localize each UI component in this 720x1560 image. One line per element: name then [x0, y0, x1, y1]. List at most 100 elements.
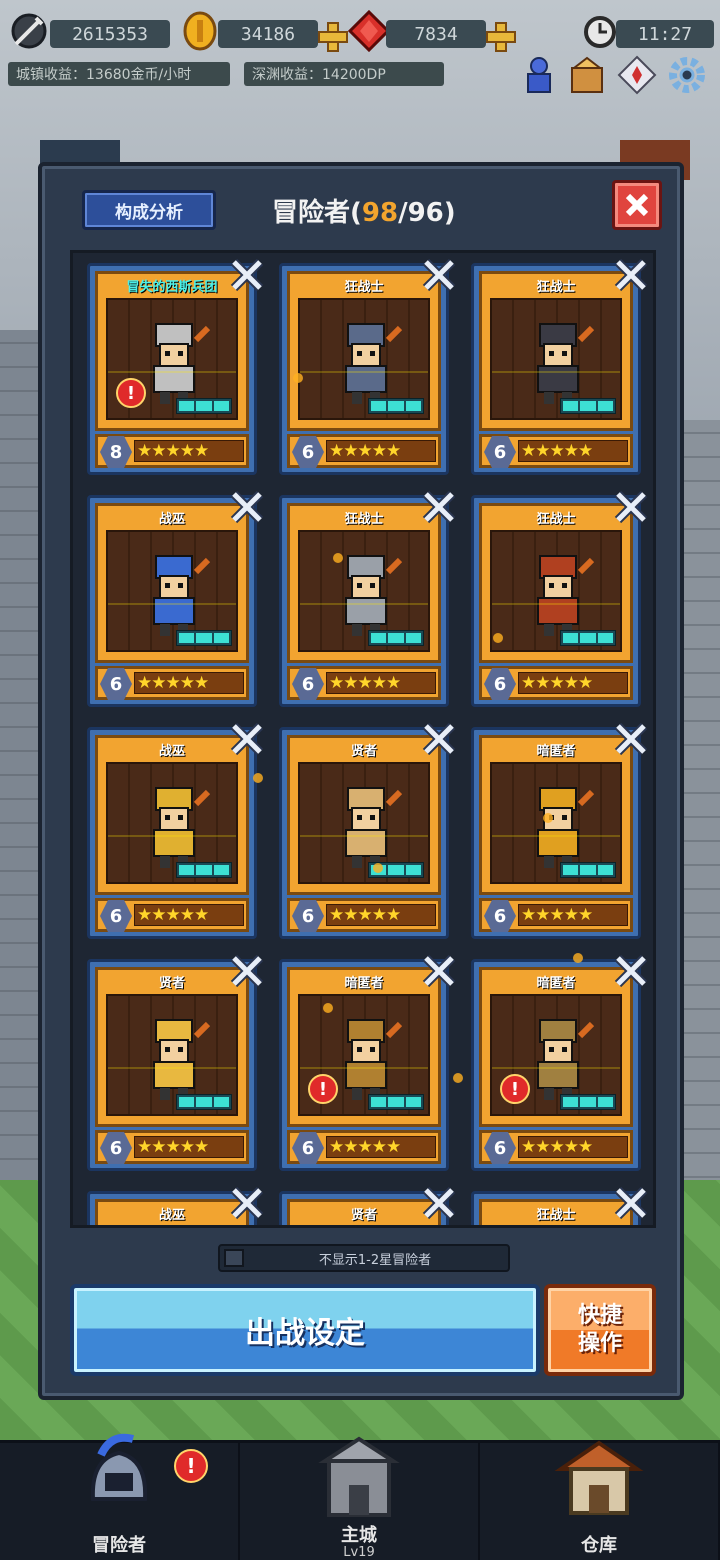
adventurer-level: 6: [292, 436, 324, 468]
adventurer-level: 6: [484, 668, 516, 700]
crossed-swords-icon[interactable]: [614, 722, 648, 756]
card-rank-bar: 6 ★★★★★: [287, 666, 441, 700]
adventurer-card[interactable]: 贤者 6 ★★★★★: [279, 722, 456, 939]
city-level: Lv19: [343, 1545, 375, 1560]
adventurer-class-name: 战巫: [158, 512, 185, 527]
adventurer-card[interactable]: 狂战士 6 ★★★★★: [279, 258, 456, 475]
sparkle-effect: [333, 553, 343, 563]
crossed-swords-icon[interactable]: [422, 954, 456, 988]
adventurer-card[interactable]: 战巫 6 ★★★★★: [87, 722, 264, 939]
hero-sprite-icon: [153, 323, 210, 404]
equipment-slots: [176, 1094, 232, 1110]
filter-checkbox[interactable]: [224, 1249, 244, 1267]
crossed-swords-icon[interactable]: [230, 490, 264, 524]
adventurer-class-name: 暗匿者: [344, 976, 384, 991]
adventurer-level: 6: [100, 668, 132, 700]
power-value: 2615353: [50, 20, 170, 48]
crossed-swords-icon[interactable]: [614, 490, 648, 524]
card-frame: 战巫: [95, 1199, 249, 1225]
adventurer-class-name: 贤者: [158, 976, 185, 991]
nav-main-city[interactable]: 主城 Lv19: [240, 1436, 480, 1560]
crossed-swords-icon[interactable]: [230, 954, 264, 988]
nav-main-city-label: 主城: [341, 1525, 377, 1546]
crossed-swords-icon[interactable]: [614, 1186, 648, 1220]
crossed-swords-icon[interactable]: [614, 258, 648, 292]
hero-sprite-icon: [537, 1019, 594, 1100]
battle-setup-button[interactable]: 出战设定: [70, 1284, 540, 1376]
adventurer-class-name: 贤者: [350, 1208, 377, 1223]
equipment-slots: [368, 1094, 424, 1110]
card-frame: 战巫: [95, 735, 249, 895]
quick-operation-button[interactable]: 快捷操作: [544, 1284, 656, 1376]
card-frame: 狂战士: [287, 503, 441, 663]
adventurer-portrait: [490, 530, 622, 652]
composition-analysis-button[interactable]: 构成分析: [82, 190, 216, 230]
adventurer-card[interactable]: 战巫 6 ★★★★★: [87, 490, 264, 707]
adventurer-portrait: [298, 530, 430, 652]
crossed-swords-icon[interactable]: [614, 954, 648, 988]
add-gems-button[interactable]: [486, 22, 516, 52]
title-prefix: 冒险者(: [272, 198, 362, 228]
card-rank-bar: 6 ★★★★★: [479, 1130, 633, 1164]
crossed-swords-icon[interactable]: [230, 258, 264, 292]
adventurer-card[interactable]: 狂战士 6 ★★★★★: [279, 490, 456, 707]
adventurer-grid[interactable]: 冒失的西斯兵团! 8 ★★★★★ 狂战士 6 ★★★★★ 狂战士 6 ★★★★★ 战巫 6 ★★★★★…: [70, 250, 656, 1228]
adventurer-portrait: [298, 762, 430, 884]
adventurer-card[interactable]: 暗匿者! 6 ★★★★★: [279, 954, 456, 1171]
crossed-swords-icon[interactable]: [422, 258, 456, 292]
adventurer-class-name: 贤者: [350, 744, 377, 759]
adventurer-class-name: 战巫: [158, 744, 185, 759]
adventurer-card[interactable]: 贤者: [279, 1186, 456, 1228]
hero-sprite-icon: [153, 555, 210, 636]
hero-sprite-icon: [537, 555, 594, 636]
adventurer-card[interactable]: 狂战士: [471, 1186, 648, 1225]
hero-sprite-icon: [537, 323, 594, 404]
crossed-swords-icon[interactable]: [230, 1186, 264, 1220]
close-button[interactable]: [612, 180, 662, 230]
crossed-swords-icon[interactable]: [422, 1186, 456, 1220]
star-rating: ★★★★★: [518, 1136, 628, 1158]
adventurer-portrait: [298, 1226, 430, 1228]
adventurer-class-name: 暗匿者: [536, 976, 576, 991]
adventurer-card[interactable]: 暗匿者 6 ★★★★★: [471, 722, 648, 939]
crossed-swords-icon[interactable]: [422, 722, 456, 756]
add-gold-button[interactable]: [318, 22, 348, 52]
adventurer-portrait: [490, 762, 622, 884]
equipment-slots: [368, 630, 424, 646]
nav-warehouse[interactable]: 仓库: [480, 1440, 720, 1560]
clock-time: 11:27: [616, 20, 714, 48]
star-rating: ★★★★★: [134, 672, 244, 694]
card-rank-bar: 6 ★★★★★: [95, 898, 249, 932]
card-frame: 暗匿者!: [479, 967, 633, 1127]
star-rating: ★★★★★: [326, 904, 436, 926]
adventurer-portrait: [298, 298, 430, 420]
guild-icon[interactable]: [518, 54, 560, 96]
adventurer-level: 6: [292, 668, 324, 700]
adventurer-portrait: !: [106, 298, 238, 420]
equipment-slots: [560, 630, 616, 646]
adventurer-card[interactable]: 战巫: [87, 1186, 264, 1225]
card-frame: 贤者: [287, 735, 441, 895]
adventurer-card[interactable]: 冒失的西斯兵团! 8 ★★★★★: [87, 258, 264, 475]
crossed-swords-icon[interactable]: [422, 490, 456, 524]
event-reward-icon[interactable]: [566, 54, 608, 96]
crossed-swords-icon[interactable]: [230, 722, 264, 756]
card-frame: 狂战士: [479, 1199, 633, 1225]
adventurer-card[interactable]: 暗匿者! 6 ★★★★★: [471, 954, 648, 1171]
red-gem-icon: [348, 10, 390, 52]
adventurer-class-name: 狂战士: [536, 280, 576, 295]
upgrade-alert-icon: !: [500, 1074, 530, 1104]
adventurer-card[interactable]: 狂战士 6 ★★★★★: [471, 490, 648, 707]
adventurer-card[interactable]: 狂战士 6 ★★★★★: [471, 258, 648, 475]
card-rank-bar: 6 ★★★★★: [479, 898, 633, 932]
sparkle-effect: [493, 633, 503, 643]
bottom-navigation: 冒险者 主城 Lv19 仓库 !: [0, 1433, 720, 1560]
adventurer-card[interactable]: 贤者 6 ★★★★★: [87, 954, 264, 1171]
upgrade-alert-icon: !: [308, 1074, 338, 1104]
compass-icon[interactable]: [616, 54, 658, 96]
card-frame: 暗匿者: [479, 735, 633, 895]
adventurer-level: 8: [100, 436, 132, 468]
filter-toggle[interactable]: 不显示1-2星冒险者: [218, 1244, 510, 1272]
settings-gear-icon[interactable]: [666, 54, 708, 96]
card-frame: 狂战士: [287, 271, 441, 431]
